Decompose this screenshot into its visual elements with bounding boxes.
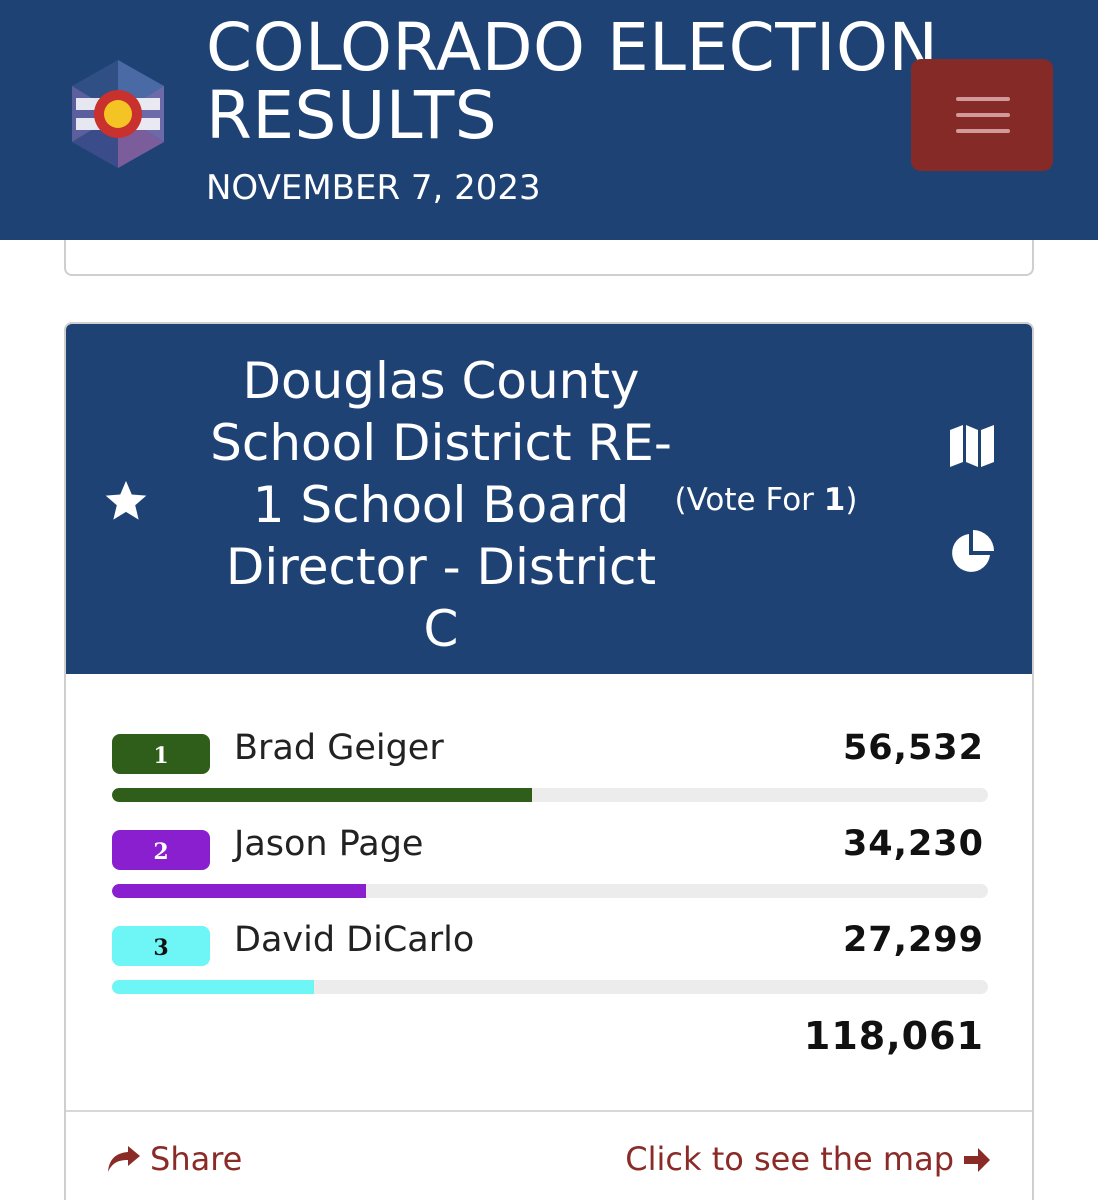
contest-title: Douglas County School District RE-1 Scho…: [210, 352, 672, 658]
rank-badge: 2: [112, 830, 210, 870]
candidate-name: David DiCarlo: [234, 920, 475, 960]
vote-for-suffix: ): [845, 482, 858, 518]
contest-header: Douglas County School District RE-1 Scho…: [66, 324, 1032, 674]
site-title: COLORADO ELECTION RESULTS: [206, 9, 939, 154]
vote-share-bar: [112, 980, 988, 994]
candidate-votes: 34,230: [842, 824, 984, 864]
vote-for-count: 1: [823, 482, 846, 518]
see-map-label: Click to see the map: [625, 1140, 954, 1178]
candidate-row: 1 Brad Geiger 56,532: [112, 728, 988, 810]
vote-for-prefix: (Vote For: [674, 482, 824, 518]
candidate-name: Jason Page: [234, 824, 424, 864]
share-link[interactable]: Share: [106, 1140, 242, 1178]
total-votes: 118,061: [803, 1014, 984, 1058]
map-icon[interactable]: [948, 422, 996, 470]
pie-chart-icon[interactable]: [948, 530, 994, 576]
candidate-votes: 27,299: [842, 920, 984, 960]
share-label: Share: [150, 1140, 243, 1178]
card-footer: Share Click to see the map: [66, 1110, 1032, 1200]
vote-share-fill: [112, 788, 532, 802]
star-icon[interactable]: [102, 478, 150, 524]
vote-for-label: (Vote For 1): [666, 482, 866, 518]
share-icon: [108, 1146, 140, 1172]
arrow-right-icon: [964, 1148, 990, 1172]
rank-badge: 3: [112, 926, 210, 966]
site-header: COLORADO ELECTION RESULTS NOVEMBER 7, 20…: [0, 0, 1098, 240]
see-map-link[interactable]: Click to see the map: [625, 1140, 992, 1178]
menu-button[interactable]: [911, 59, 1053, 171]
election-date: NOVEMBER 7, 2023: [206, 168, 541, 208]
contest-card: Douglas County School District RE-1 Scho…: [64, 322, 1034, 1200]
vote-share-bar: [112, 884, 988, 898]
candidate-name: Brad Geiger: [234, 728, 444, 768]
candidate-votes: 56,532: [842, 728, 984, 768]
candidate-row: 2 Jason Page 34,230: [112, 824, 988, 906]
colorado-flag-logo-icon[interactable]: [66, 58, 170, 170]
vote-share-fill: [112, 884, 367, 898]
rank-badge: 1: [112, 734, 210, 774]
candidate-row: 3 David DiCarlo 27,299: [112, 920, 988, 1002]
vote-share-fill: [112, 980, 315, 994]
vote-share-bar: [112, 788, 988, 802]
